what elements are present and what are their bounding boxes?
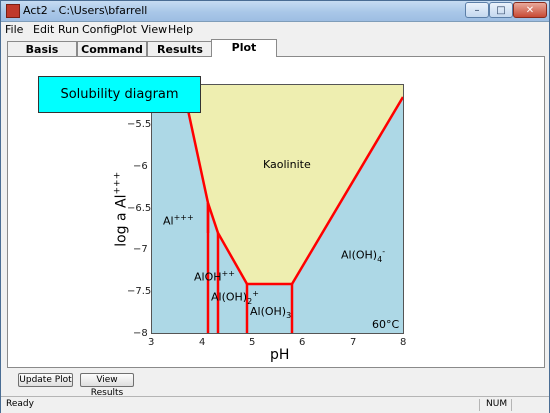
status-text: Ready xyxy=(6,399,34,409)
x-tick-label: 4 xyxy=(199,337,206,348)
tab-results[interactable]: Results xyxy=(147,41,213,56)
x-tick-label: 5 xyxy=(249,337,256,348)
app-window: Act2 - C:\Users\bfarrell – □ ✕ File Edit… xyxy=(0,0,550,413)
label-aloh2: Al(OH)2+ xyxy=(211,289,259,306)
menu-plot[interactable]: Plot xyxy=(116,23,137,36)
menu-edit[interactable]: Edit xyxy=(33,23,54,36)
y-tick-label: −6.5 xyxy=(127,203,152,214)
status-separator xyxy=(511,399,512,411)
menu-bar: File Edit Run Config Plot View Help xyxy=(1,22,549,38)
temperature-label: 60°C xyxy=(372,318,400,331)
app-icon xyxy=(6,4,20,18)
x-tick-label: 8 xyxy=(400,337,407,348)
x-axis-title: pH xyxy=(270,347,290,363)
maximize-button[interactable]: □ xyxy=(489,2,513,18)
x-tick-label: 6 xyxy=(299,337,306,348)
tab-plot[interactable]: Plot xyxy=(211,39,277,57)
menu-help[interactable]: Help xyxy=(168,23,193,36)
y-tick-label: −7 xyxy=(133,244,148,255)
label-al3: Al+++ xyxy=(163,213,194,228)
annotation-solubility-diagram[interactable]: Solubility diagram xyxy=(38,76,201,113)
status-bar: Ready NUM xyxy=(1,396,549,413)
close-button[interactable]: ✕ xyxy=(513,2,547,18)
tab-basis[interactable]: Basis xyxy=(7,41,77,56)
view-results-button[interactable]: View Results xyxy=(80,373,134,398)
menu-view[interactable]: View xyxy=(141,23,167,36)
menu-run[interactable]: Run xyxy=(58,23,79,36)
menu-config[interactable]: Config xyxy=(82,23,117,36)
y-tick-label: −5.5 xyxy=(127,119,152,130)
window-title: Act2 - C:\Users\bfarrell xyxy=(23,4,148,17)
update-plot-button[interactable]: Update Plot xyxy=(18,373,73,387)
num-lock-indicator: NUM xyxy=(486,399,508,409)
y-tick-label: −6 xyxy=(133,161,148,172)
x-tick-label: 7 xyxy=(350,337,357,348)
solubility-diagram xyxy=(186,85,403,333)
menu-file[interactable]: File xyxy=(5,23,23,36)
y-axis-title: log a Al+++ xyxy=(112,171,130,247)
y-tick-label: −8 xyxy=(133,328,148,339)
label-kaolinite: Kaolinite xyxy=(263,158,311,171)
status-separator xyxy=(479,399,480,411)
label-aloh4: Al(OH)4- xyxy=(341,247,386,264)
label-aloh3: Al(OH)3 xyxy=(250,305,292,321)
y-tick-label: −7.5 xyxy=(127,286,152,297)
label-aloh: AlOH++ xyxy=(194,269,235,284)
minimize-button[interactable]: – xyxy=(465,2,489,18)
tab-command[interactable]: Command xyxy=(77,41,147,56)
x-tick-label: 3 xyxy=(148,337,155,348)
title-bar[interactable]: Act2 - C:\Users\bfarrell – □ ✕ xyxy=(1,1,549,22)
plot-area[interactable] xyxy=(151,84,404,334)
